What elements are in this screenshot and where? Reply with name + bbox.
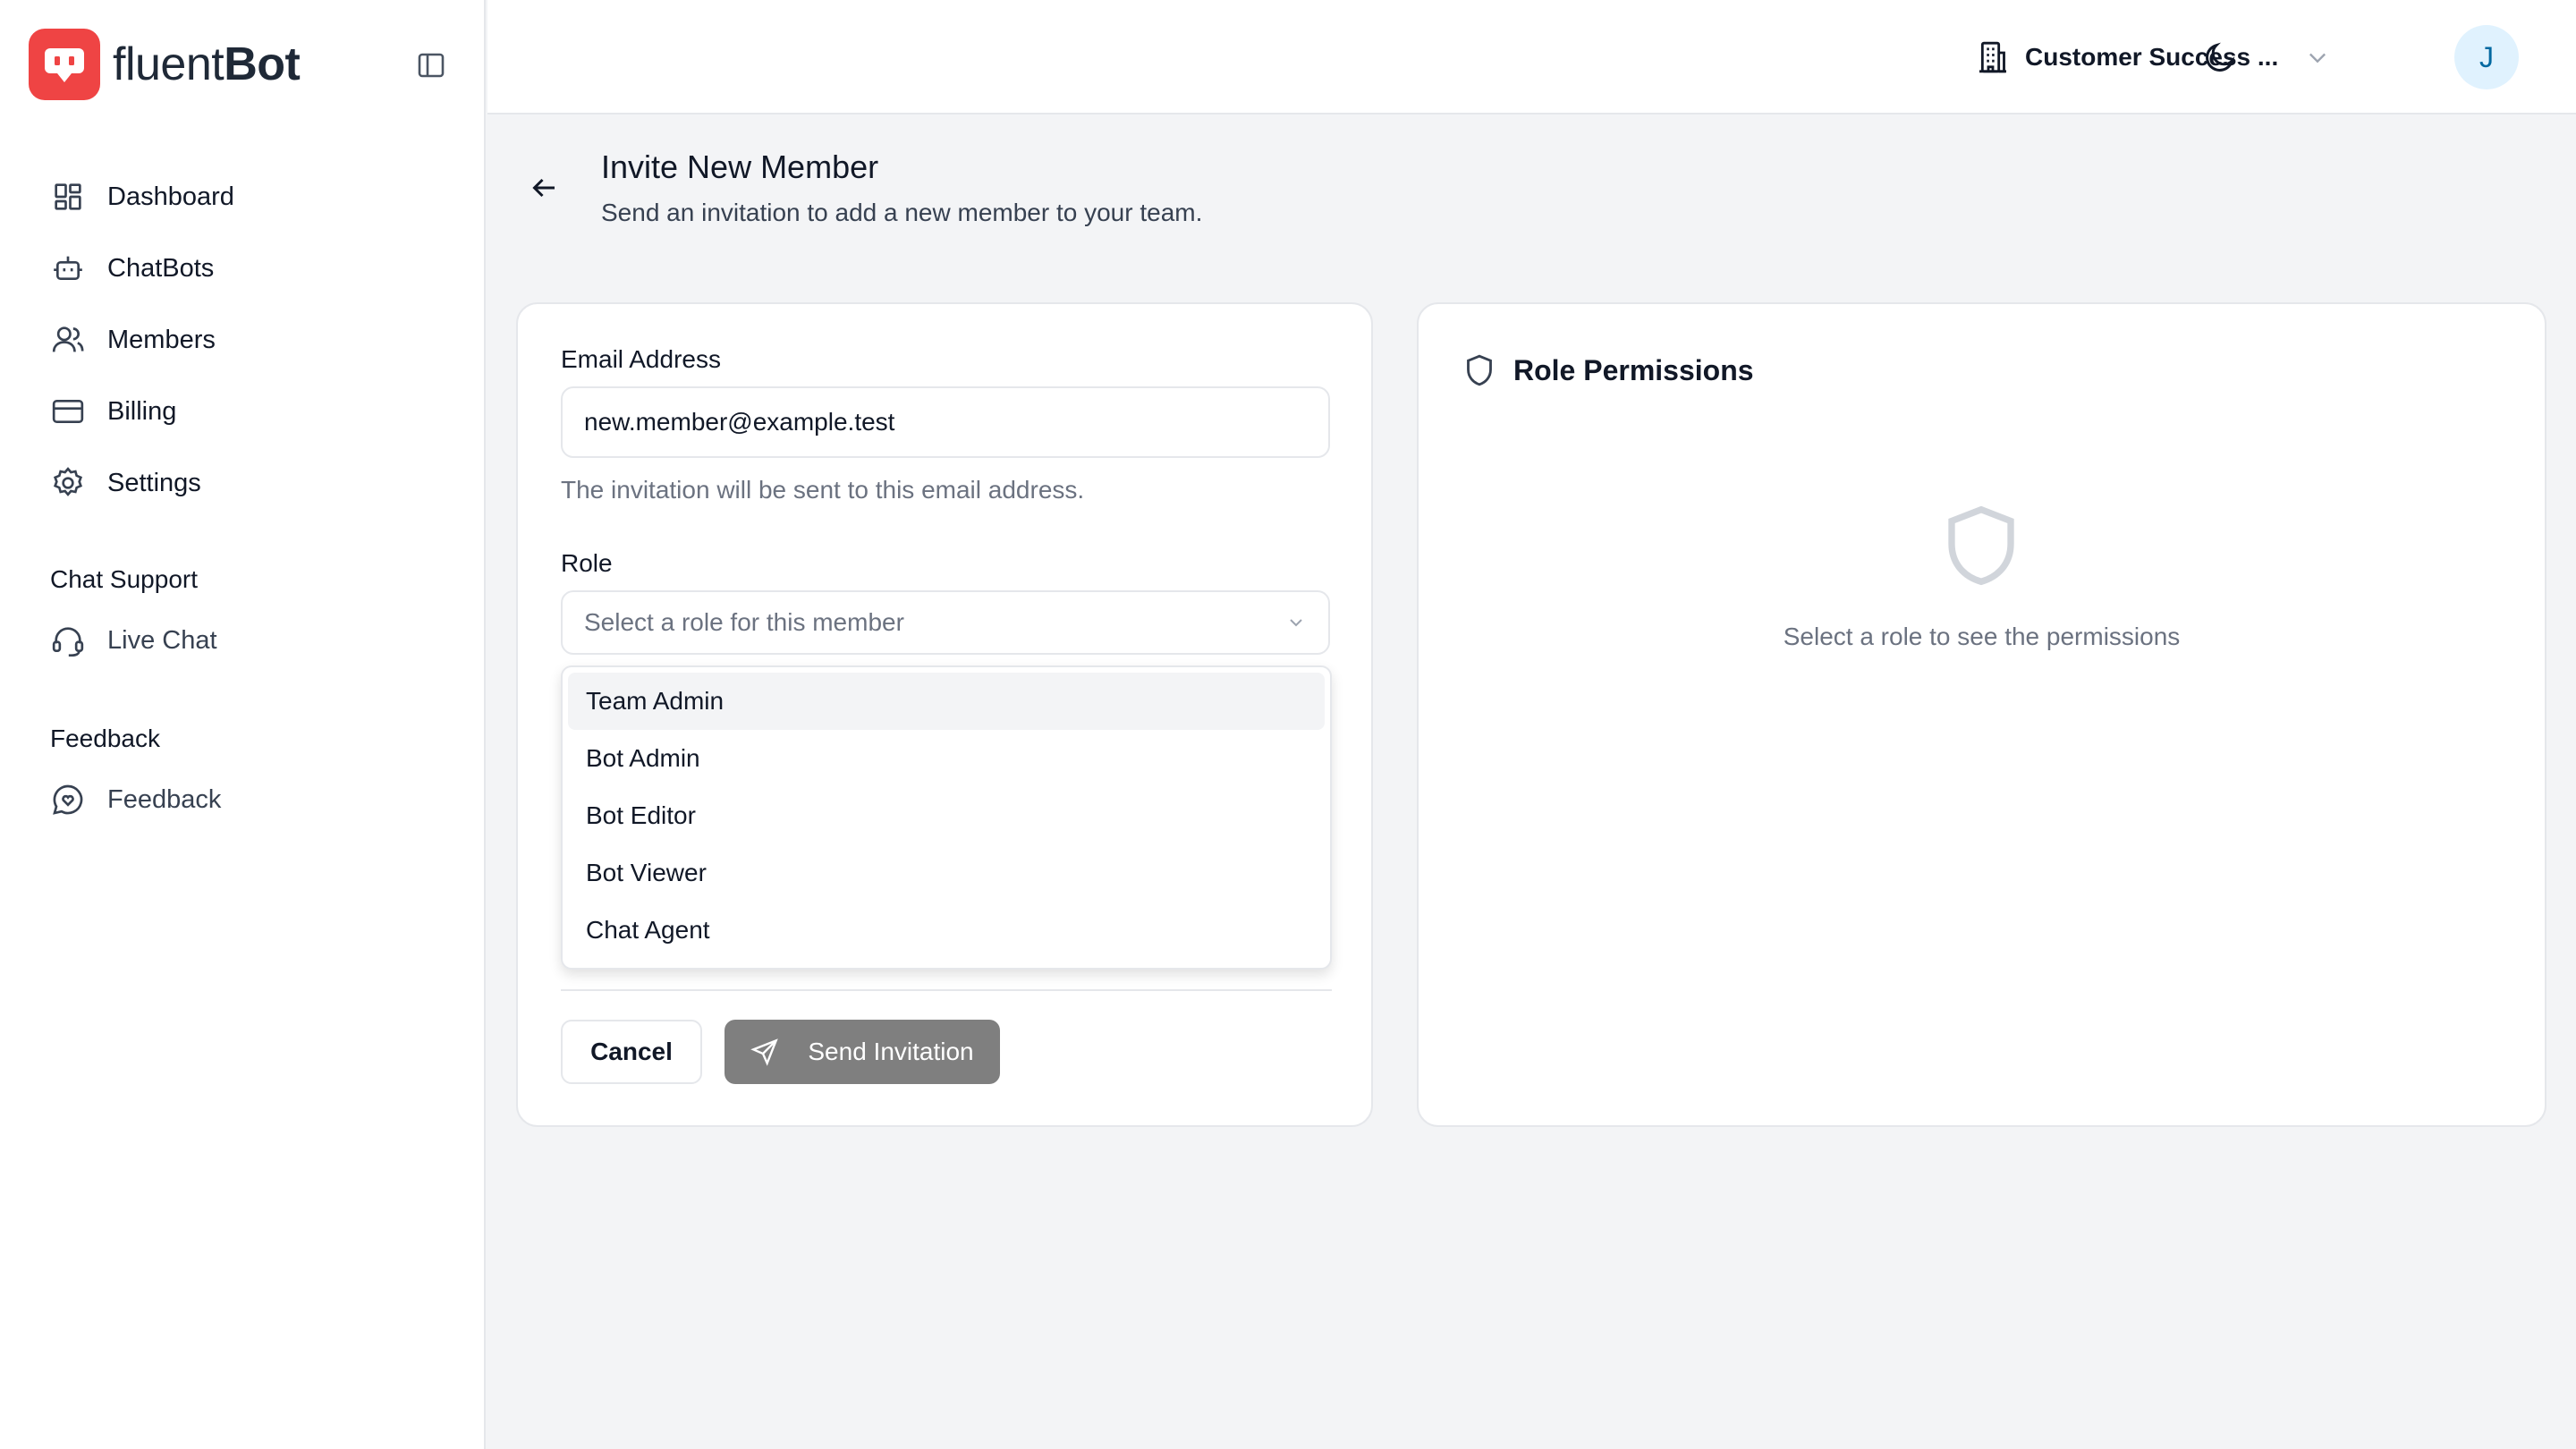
sidebar-item-label: Members <box>107 325 216 354</box>
role-option-team-admin[interactable]: Team Admin <box>568 673 1325 730</box>
bot-icon <box>50 250 86 286</box>
credit-card-icon <box>50 394 86 429</box>
sidebar-toggle-icon[interactable] <box>417 52 445 79</box>
dashboard-icon <box>50 179 86 215</box>
role-dropdown-menu: Team Admin Bot Admin Bot Editor Bot View… <box>561 665 1332 970</box>
email-field[interactable] <box>561 386 1330 458</box>
role-select-placeholder: Select a role for this member <box>584 608 904 636</box>
section-title-chat-support: Chat Support <box>50 565 198 593</box>
send-invitation-button[interactable]: Send Invitation <box>724 1020 1000 1084</box>
sidebar-item-members[interactable]: Members <box>50 304 444 376</box>
team-switcher[interactable]: Customer Success ... <box>1975 36 2330 79</box>
permissions-empty-text: Select a role to see the permissions <box>1783 623 2181 650</box>
send-invitation-label: Send Invitation <box>808 1038 974 1065</box>
sidebar-item-label: Feedback <box>107 784 222 814</box>
role-option-chat-agent[interactable]: Chat Agent <box>568 902 1325 959</box>
sidebar-item-label: Billing <box>107 396 177 426</box>
invite-form-card: Email Address The invitation will be sen… <box>516 302 1373 1127</box>
brand-logo[interactable]: fluentBot <box>29 29 301 100</box>
team-name: Customer Success ... <box>2025 43 2279 71</box>
sidebar-item-label: ChatBots <box>107 253 215 283</box>
section-title-feedback: Feedback <box>50 724 160 752</box>
sidebar-item-label: Dashboard <box>107 182 234 211</box>
sidebar-item-feedback[interactable]: Feedback <box>50 764 444 835</box>
role-option-bot-admin[interactable]: Bot Admin <box>568 730 1325 787</box>
email-hint: The invitation will be sent to this emai… <box>561 476 1085 504</box>
send-icon <box>750 1038 779 1066</box>
message-heart-icon <box>50 782 86 818</box>
gear-icon <box>50 465 86 501</box>
role-permissions-card: Role Permissions Select a role to see th… <box>1417 302 2546 1127</box>
brand-name: fluentBot <box>113 38 301 90</box>
page-subtitle: Send an invitation to add a new member t… <box>601 199 1203 226</box>
page-title: Invite New Member <box>601 148 879 185</box>
sidebar-item-dashboard[interactable]: Dashboard <box>50 161 444 233</box>
users-icon <box>50 322 86 358</box>
permissions-title: Role Permissions <box>1513 353 1754 386</box>
cancel-button[interactable]: Cancel <box>561 1020 702 1084</box>
headset-icon <box>50 623 86 658</box>
chevron-down-icon <box>2305 45 2330 70</box>
permissions-header: Role Permissions <box>1462 352 1754 388</box>
avatar[interactable]: J <box>2454 25 2519 89</box>
logo-icon <box>29 29 100 100</box>
moon-icon[interactable] <box>2202 39 2238 75</box>
form-divider <box>561 989 1332 991</box>
sidebar: fluentBot Dashboard ChatBots Members Bil… <box>0 0 486 1449</box>
sidebar-item-label: Live Chat <box>107 625 217 655</box>
sidebar-feedback-nav: Feedback <box>50 764 444 835</box>
sidebar-item-label: Settings <box>107 468 201 497</box>
role-option-bot-viewer[interactable]: Bot Viewer <box>568 844 1325 902</box>
sidebar-main-nav: Dashboard ChatBots Members Billing Setti… <box>50 161 444 519</box>
role-option-bot-editor[interactable]: Bot Editor <box>568 787 1325 844</box>
building-icon <box>1975 39 2011 75</box>
sidebar-item-chatbots[interactable]: ChatBots <box>50 233 444 304</box>
email-label: Email Address <box>561 345 721 373</box>
sidebar-chat-support-nav: Live Chat <box>50 605 444 676</box>
shield-icon <box>1462 352 1497 388</box>
role-select[interactable]: Select a role for this member <box>561 590 1330 655</box>
sidebar-item-settings[interactable]: Settings <box>50 447 444 519</box>
role-label: Role <box>561 549 613 577</box>
sidebar-item-live-chat[interactable]: Live Chat <box>50 605 444 676</box>
shield-icon <box>1942 503 2021 589</box>
top-header: Customer Success ... J <box>487 0 2576 114</box>
chevron-down-icon <box>1285 612 1307 633</box>
sidebar-item-billing[interactable]: Billing <box>50 376 444 447</box>
arrow-left-icon[interactable] <box>528 172 560 204</box>
